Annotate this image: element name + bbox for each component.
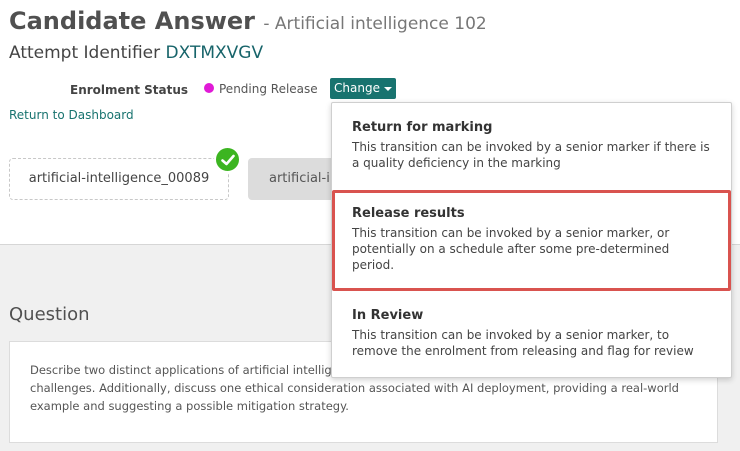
answer-tab-1-label: artificial-intelligence_00089 <box>28 171 210 186</box>
menu-item-description: This transition can be invoked by a seni… <box>352 328 694 358</box>
change-status-button[interactable]: Change <box>330 78 396 99</box>
question-heading: Question <box>9 304 90 325</box>
answer-tab-2[interactable]: artificial-intelligence_00090 <box>248 158 338 200</box>
enrolment-status-label: Enrolment Status <box>70 83 189 97</box>
menu-item-title: Return for marking <box>352 120 493 135</box>
menu-item-description: This transition can be invoked by a seni… <box>352 140 710 170</box>
change-button-label: Change <box>334 81 380 95</box>
status-dot-icon <box>204 83 214 93</box>
menu-item-description: This transition can be invoked by a seni… <box>352 226 670 272</box>
menu-item-return-for-marking[interactable]: Return for marking This transition can b… <box>332 120 731 171</box>
enrolment-status-value: Pending Release <box>219 82 318 96</box>
answer-tab-1[interactable]: artificial-intelligence_00089 <box>9 158 229 200</box>
menu-item-in-review[interactable]: In Review This transition can be invoked… <box>332 308 731 359</box>
page-title-text: Candidate Answer <box>9 7 256 35</box>
caret-down-icon <box>383 86 392 91</box>
attempt-label: Attempt Identifier <box>9 43 161 63</box>
menu-item-release-results[interactable]: Release results This transition can be i… <box>332 206 731 273</box>
attempt-id: DXTMXVGV <box>165 43 264 63</box>
check-icon <box>214 146 241 173</box>
page-title: Candidate Answer - Artificial intelligen… <box>9 7 487 35</box>
answer-tab-2-label: artificial-intelligence_00090 <box>269 171 338 186</box>
status-transition-dropdown: Return for marking This transition can b… <box>331 102 732 378</box>
page-subtitle: - Artificial intelligence 102 <box>263 14 487 34</box>
return-to-dashboard-link[interactable]: Return to Dashboard <box>9 108 134 122</box>
menu-item-title: In Review <box>352 308 424 323</box>
attempt-identifier: Attempt Identifier DXTMXVGV <box>9 43 263 63</box>
menu-item-title: Release results <box>352 206 465 221</box>
